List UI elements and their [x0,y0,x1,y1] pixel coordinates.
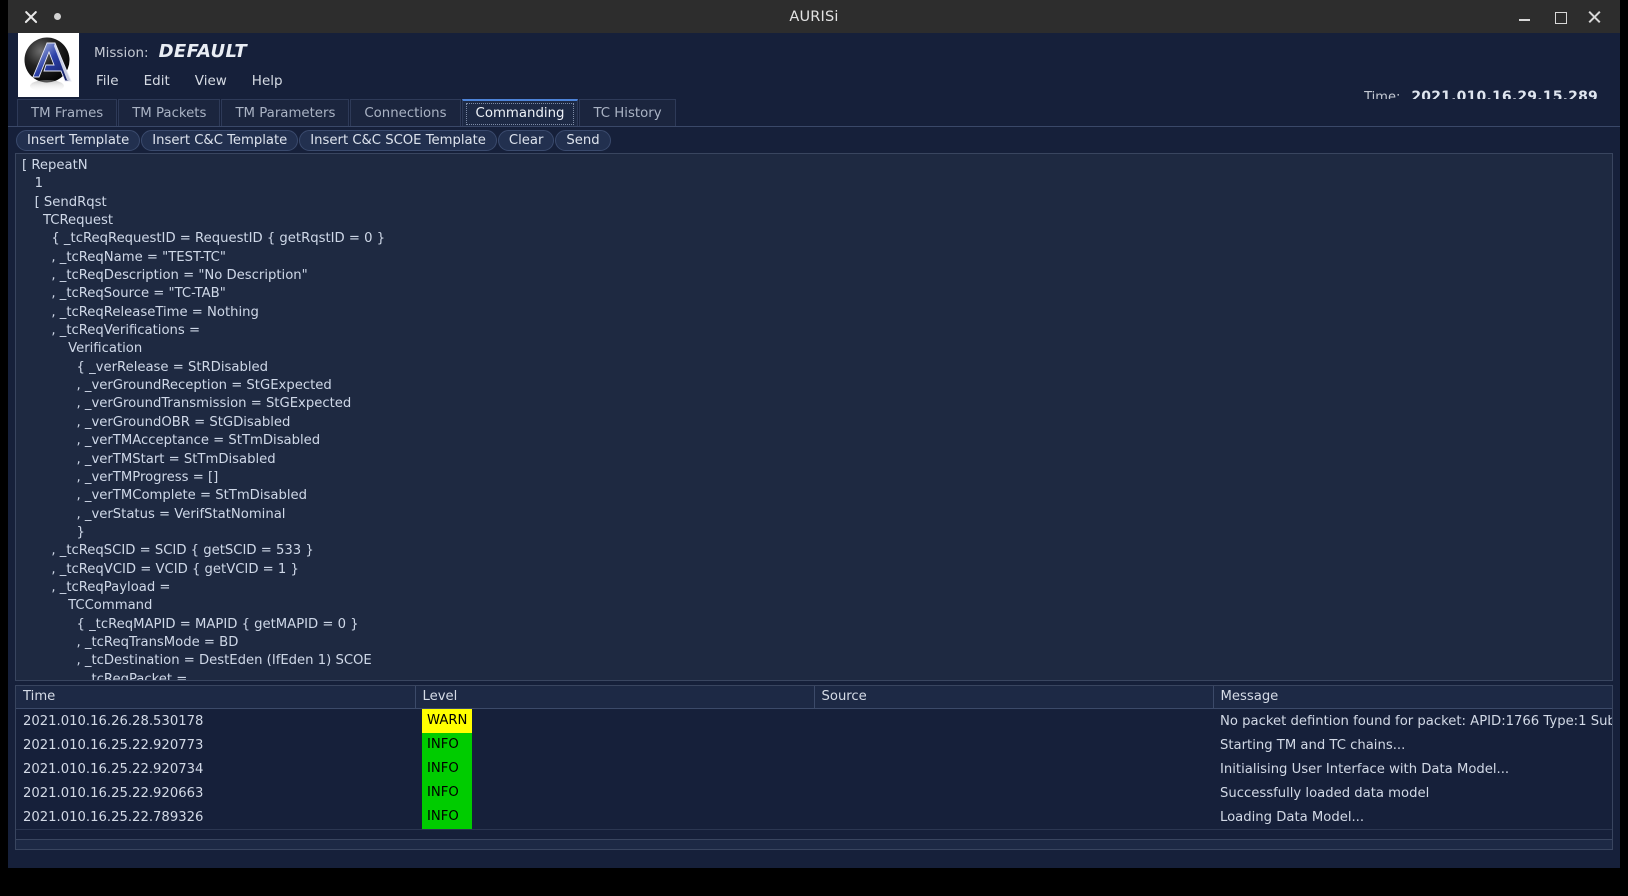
log-row[interactable]: 2021.010.16.25.22.920773 INFO Starting TM … [16,733,1612,757]
minimize-icon[interactable] [1517,9,1532,24]
log-cell-time: 2021.010.16.26.28.530178 [23,713,204,729]
app-header: Mission: DEFAULT File Edit View Help Tim… [8,33,1620,105]
log-cell-source [814,733,1213,757]
aurisi-logo-icon [24,37,72,92]
menu-item-edit[interactable]: Edit [142,72,172,90]
log-cell-level: INFO [415,781,814,805]
command-editor-textarea[interactable]: [ RepeatN 1 [ SendRqst TCRequest { _tcRe… [16,154,1612,680]
log-cell-source [814,781,1213,805]
header-time-block: Time: 2021.010.16.29.15.289 [1364,33,1620,105]
application-window: AURISi Mission: DEFAULT File Edit View H… [8,0,1620,868]
command-editor-panel: [ RepeatN 1 [ SendRqst TCRequest { _tcRe… [15,153,1613,681]
log-cell-source [814,757,1213,781]
log-cell-source [814,709,1213,734]
log-cell-message: Successfully loaded data model [1220,785,1430,801]
log-cell-source [814,805,1213,829]
title-bar-left-controls [8,8,61,26]
log-column-message[interactable]: Message [1213,686,1612,709]
log-cell-level: WARN [415,709,814,733]
log-horizontal-scrollbar[interactable] [16,839,1612,849]
log-cell-message: Loading Data Model... [1220,809,1365,825]
insert-template-button[interactable]: Insert Template [16,129,141,151]
log-cell-level: INFO [415,757,814,781]
log-cell-message: Initialising User Interface with Data Mo… [1220,761,1510,777]
log-cell-message: Starting TM and TC chains... [1220,737,1406,753]
log-column-source[interactable]: Source [814,686,1214,709]
insert-cc-template-button[interactable]: Insert C&C Template [141,129,299,151]
log-cell-time: 2021.010.16.25.22.920663 [23,785,204,801]
menu-bar: File Edit View Help [94,72,285,90]
log-row[interactable]: 2021.010.16.25.22.920663 INFO Successfully… [16,781,1612,805]
log-column-level[interactable]: Level [415,686,815,709]
tab-bar: TM Frames TM Packets TM Parameters Conne… [8,99,1620,127]
dot-icon[interactable] [54,13,61,20]
log-table-body: 2021.010.16.26.28.530178 WARN No packet de… [16,709,1612,829]
clear-button[interactable]: Clear [497,129,555,151]
close-icon[interactable] [22,8,40,26]
log-level-badge: WARN [422,709,472,733]
menu-item-help[interactable]: Help [250,72,285,90]
maximize-icon[interactable] [1552,9,1567,24]
mission-value: DEFAULT [158,41,248,62]
tab-connections[interactable]: Connections [350,99,461,126]
log-cell-time: 2021.010.16.25.22.789326 [23,809,204,825]
header-mission-block: Mission: DEFAULT File Edit View Help [79,33,285,90]
app-logo [18,33,79,97]
close-icon[interactable] [1587,9,1602,24]
log-cell-level: INFO [415,805,814,829]
status-bar [8,850,1620,868]
log-cell-time: 2021.010.16.25.22.920773 [23,737,204,753]
log-table-head: Time Level Source Message [16,686,1612,709]
log-level-badge: INFO [422,733,472,757]
log-table: Time Level Source Message 2021.010.16.26… [16,686,1612,829]
send-button[interactable]: Send [555,129,611,151]
tab-commanding[interactable]: Commanding [461,99,579,126]
log-level-badge: INFO [422,781,472,805]
mission-label: Mission: [94,45,149,61]
title-bar: AURISi [8,0,1620,33]
window-controls [1517,9,1620,24]
mission-row: Mission: DEFAULT [94,41,285,62]
commanding-toolbar: Insert Template Insert C&C Template Inse… [8,127,1620,153]
tab-tm-frames[interactable]: TM Frames [17,99,118,126]
log-level-badge: INFO [422,805,472,829]
window-title: AURISi [789,8,839,25]
log-row[interactable]: 2021.010.16.25.22.920734 INFO Initialising… [16,757,1612,781]
log-cell-level: INFO [415,733,814,757]
log-panel: Time Level Source Message 2021.010.16.26… [15,685,1613,850]
log-column-time[interactable]: Time [16,686,416,709]
log-row[interactable]: 2021.010.16.26.28.530178 WARN No packet de… [16,709,1612,734]
log-level-badge: INFO [422,757,472,781]
log-cell-time: 2021.010.16.25.22.920734 [23,761,204,777]
log-empty-area [16,829,1612,839]
menu-item-view[interactable]: View [193,72,229,90]
log-cell-message: No packet defintion found for packet: AP… [1220,713,1612,729]
log-row[interactable]: 2021.010.16.25.22.789326 INFO Loading Data… [16,805,1612,829]
tab-tm-packets[interactable]: TM Packets [118,99,221,126]
menu-item-file[interactable]: File [94,72,121,90]
insert-cc-scoe-template-button[interactable]: Insert C&C SCOE Template [299,129,497,151]
tab-tm-parameters[interactable]: TM Parameters [221,99,350,126]
tab-tc-history[interactable]: TC History [579,99,676,126]
log-header-row: Time Level Source Message [16,686,1612,709]
